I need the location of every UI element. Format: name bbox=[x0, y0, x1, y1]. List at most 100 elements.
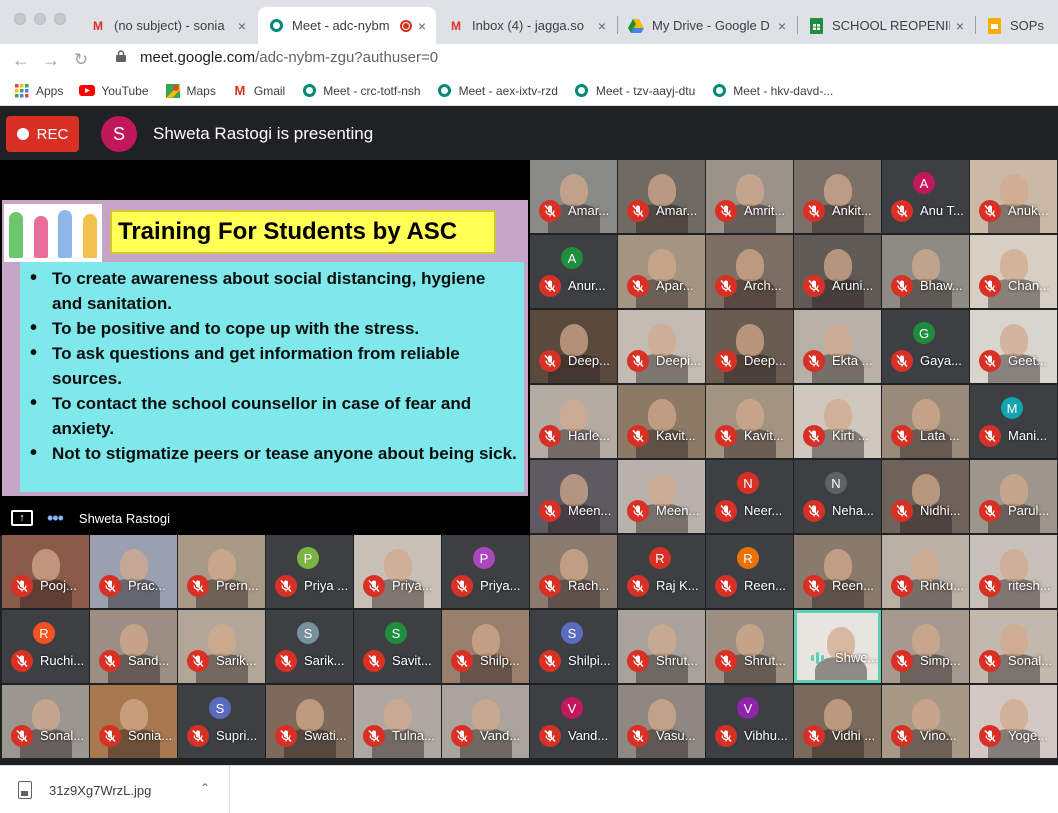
participant-tile[interactable]: Anuk... bbox=[970, 160, 1057, 233]
participant-tile[interactable]: P Priya ... bbox=[266, 535, 353, 608]
participant-tile[interactable]: Prern... bbox=[178, 535, 265, 608]
participant-tile[interactable]: Pooj... bbox=[2, 535, 89, 608]
chevron-up-icon[interactable]: ⌃ bbox=[200, 781, 210, 795]
participant-tile[interactable]: Apar... bbox=[618, 235, 705, 308]
browser-tab[interactable]: My Drive - Google D × bbox=[618, 7, 796, 44]
participant-tile[interactable]: Vino... bbox=[882, 685, 969, 758]
participant-tile[interactable]: Ankit... bbox=[794, 160, 881, 233]
participant-tile[interactable]: N Neer... bbox=[706, 460, 793, 533]
participant-tile[interactable]: Swati... bbox=[266, 685, 353, 758]
participant-tile[interactable]: Rinku... bbox=[882, 535, 969, 608]
participant-tile[interactable]: Simp... bbox=[882, 610, 969, 683]
participant-tile[interactable]: Geet... bbox=[970, 310, 1057, 383]
participant-tile[interactable]: Vidhi ... bbox=[794, 685, 881, 758]
back-button[interactable]: ← bbox=[6, 50, 36, 71]
participant-tile[interactable]: Meen... bbox=[530, 460, 617, 533]
participant-tile[interactable]: V Vibhu... bbox=[706, 685, 793, 758]
participant-tile[interactable]: Sonal... bbox=[970, 610, 1057, 683]
recording-button[interactable]: REC bbox=[6, 116, 79, 152]
participant-tile[interactable]: M Mani... bbox=[970, 385, 1057, 458]
participant-tile[interactable]: Amrit... bbox=[706, 160, 793, 233]
more-options-icon[interactable]: ••• bbox=[47, 509, 64, 527]
participant-tile[interactable]: Deep... bbox=[706, 310, 793, 383]
participant-tile[interactable]: S Shilpi... bbox=[530, 610, 617, 683]
participant-tile[interactable]: V Vand... bbox=[530, 685, 617, 758]
bookmark-item[interactable]: Meet - crc-totf-nsh bbox=[301, 83, 421, 99]
participant-tile[interactable]: Parul... bbox=[970, 460, 1057, 533]
tab-close-icon[interactable]: × bbox=[956, 18, 964, 34]
participant-tile[interactable]: Chan... bbox=[970, 235, 1057, 308]
participant-tile[interactable]: G Gaya... bbox=[882, 310, 969, 383]
bookmark-item[interactable]: YouTube bbox=[79, 83, 149, 99]
participant-tile[interactable]: Amar... bbox=[530, 160, 617, 233]
participant-tile[interactable]: P Priya... bbox=[442, 535, 529, 608]
bookmark-item[interactable]: Apps bbox=[14, 83, 63, 99]
participant-tile[interactable]: Rach... bbox=[530, 535, 617, 608]
participant-tile[interactable]: Kavit... bbox=[706, 385, 793, 458]
participant-tile[interactable]: Sand... bbox=[90, 610, 177, 683]
participant-tile[interactable]: Yoge... bbox=[970, 685, 1057, 758]
participant-tile[interactable]: S Savit... bbox=[354, 610, 441, 683]
bookmark-item[interactable]: Meet - tzv-aayj-dtu bbox=[574, 83, 695, 99]
participant-tile[interactable]: Bhaw... bbox=[882, 235, 969, 308]
bookmark-item[interactable]: Meet - aex-ixtv-rzd bbox=[437, 83, 558, 99]
browser-tab[interactable]: SCHOOL REOPENIN × bbox=[798, 7, 974, 44]
participant-tile[interactable]: Deepi... bbox=[618, 310, 705, 383]
participant-tile[interactable]: Kirti ... bbox=[794, 385, 881, 458]
participant-tile[interactable]: S Sarik... bbox=[266, 610, 353, 683]
bookmark-item[interactable]: Maps bbox=[165, 83, 216, 99]
tab-close-icon[interactable]: × bbox=[418, 18, 426, 34]
participant-tile[interactable]: ritesh... bbox=[970, 535, 1057, 608]
window-close-button[interactable] bbox=[14, 13, 26, 25]
browser-tab[interactable]: M (no subject) - sonia × bbox=[80, 7, 256, 44]
participant-tile[interactable]: Tulna... bbox=[354, 685, 441, 758]
participant-tile[interactable]: Harle... bbox=[530, 385, 617, 458]
window-zoom-button[interactable] bbox=[54, 13, 66, 25]
tab-close-icon[interactable]: × bbox=[778, 18, 786, 34]
participant-tile[interactable]: Arch... bbox=[706, 235, 793, 308]
participant-tile[interactable]: N Neha... bbox=[794, 460, 881, 533]
participant-tile[interactable]: Lata ... bbox=[882, 385, 969, 458]
presentation-panel[interactable]: Training For Students by ASC To create a… bbox=[0, 160, 530, 536]
participant-tile[interactable]: Aruni... bbox=[794, 235, 881, 308]
tab-close-icon[interactable]: × bbox=[598, 18, 606, 34]
participant-tile[interactable]: Amar... bbox=[618, 160, 705, 233]
participant-tile[interactable]: Prac... bbox=[90, 535, 177, 608]
bookmark-item[interactable]: M Gmail bbox=[232, 83, 285, 99]
participant-tile[interactable]: Sarik... bbox=[178, 610, 265, 683]
window-minimize-button[interactable] bbox=[34, 13, 46, 25]
participant-tile[interactable]: Priya... bbox=[354, 535, 441, 608]
tab-title: Meet - adc-nybm bbox=[292, 18, 390, 33]
participant-tile[interactable]: Kavit... bbox=[618, 385, 705, 458]
mic-off-icon bbox=[99, 575, 121, 597]
participant-tile[interactable]: S Supri... bbox=[178, 685, 265, 758]
participant-tile[interactable]: Shilp... bbox=[442, 610, 529, 683]
participant-tile[interactable]: Sonal... bbox=[2, 685, 89, 758]
participant-tile[interactable]: Vasu... bbox=[618, 685, 705, 758]
reload-button[interactable]: ↻ bbox=[66, 50, 96, 70]
download-item[interactable]: 31z9Xg7WrzL.jpg ⌃ bbox=[0, 766, 230, 813]
url-field[interactable]: meet.google.com/adc-nybm-zgu?authuser=0 bbox=[116, 49, 438, 66]
participant-tile[interactable]: R Reen... bbox=[706, 535, 793, 608]
forward-button[interactable]: → bbox=[36, 50, 66, 71]
participant-tile[interactable]: Ekta ... bbox=[794, 310, 881, 383]
address-bar: ← → ↻ meet.google.com/adc-nybm-zgu?authu… bbox=[0, 44, 1058, 76]
participant-tile[interactable]: Shrut... bbox=[618, 610, 705, 683]
participant-tile[interactable]: R Ruchi... bbox=[2, 610, 89, 683]
bookmark-item[interactable]: Meet - hkv-davd-... bbox=[711, 83, 833, 99]
participant-tile[interactable]: Shrut... bbox=[706, 610, 793, 683]
tab-close-icon[interactable]: × bbox=[238, 18, 246, 34]
participant-tile[interactable]: Meen... bbox=[618, 460, 705, 533]
participant-tile[interactable]: R Raj K... bbox=[618, 535, 705, 608]
participant-tile[interactable]: Nidhi... bbox=[882, 460, 969, 533]
participant-tile[interactable]: Deep... bbox=[530, 310, 617, 383]
browser-tab[interactable]: M Inbox (4) - jagga.so × bbox=[438, 7, 616, 44]
participant-tile[interactable]: Reen... bbox=[794, 535, 881, 608]
participant-tile[interactable]: Sonia... bbox=[90, 685, 177, 758]
participant-tile[interactable]: A Anur... bbox=[530, 235, 617, 308]
participant-tile[interactable]: Shwe... bbox=[794, 610, 881, 683]
browser-tab[interactable]: Meet - adc-nybm × bbox=[258, 7, 436, 44]
browser-tab[interactable]: SOPs OF bbox=[976, 7, 1058, 44]
participant-tile[interactable]: Vand... bbox=[442, 685, 529, 758]
participant-tile[interactable]: A Anu T... bbox=[882, 160, 969, 233]
